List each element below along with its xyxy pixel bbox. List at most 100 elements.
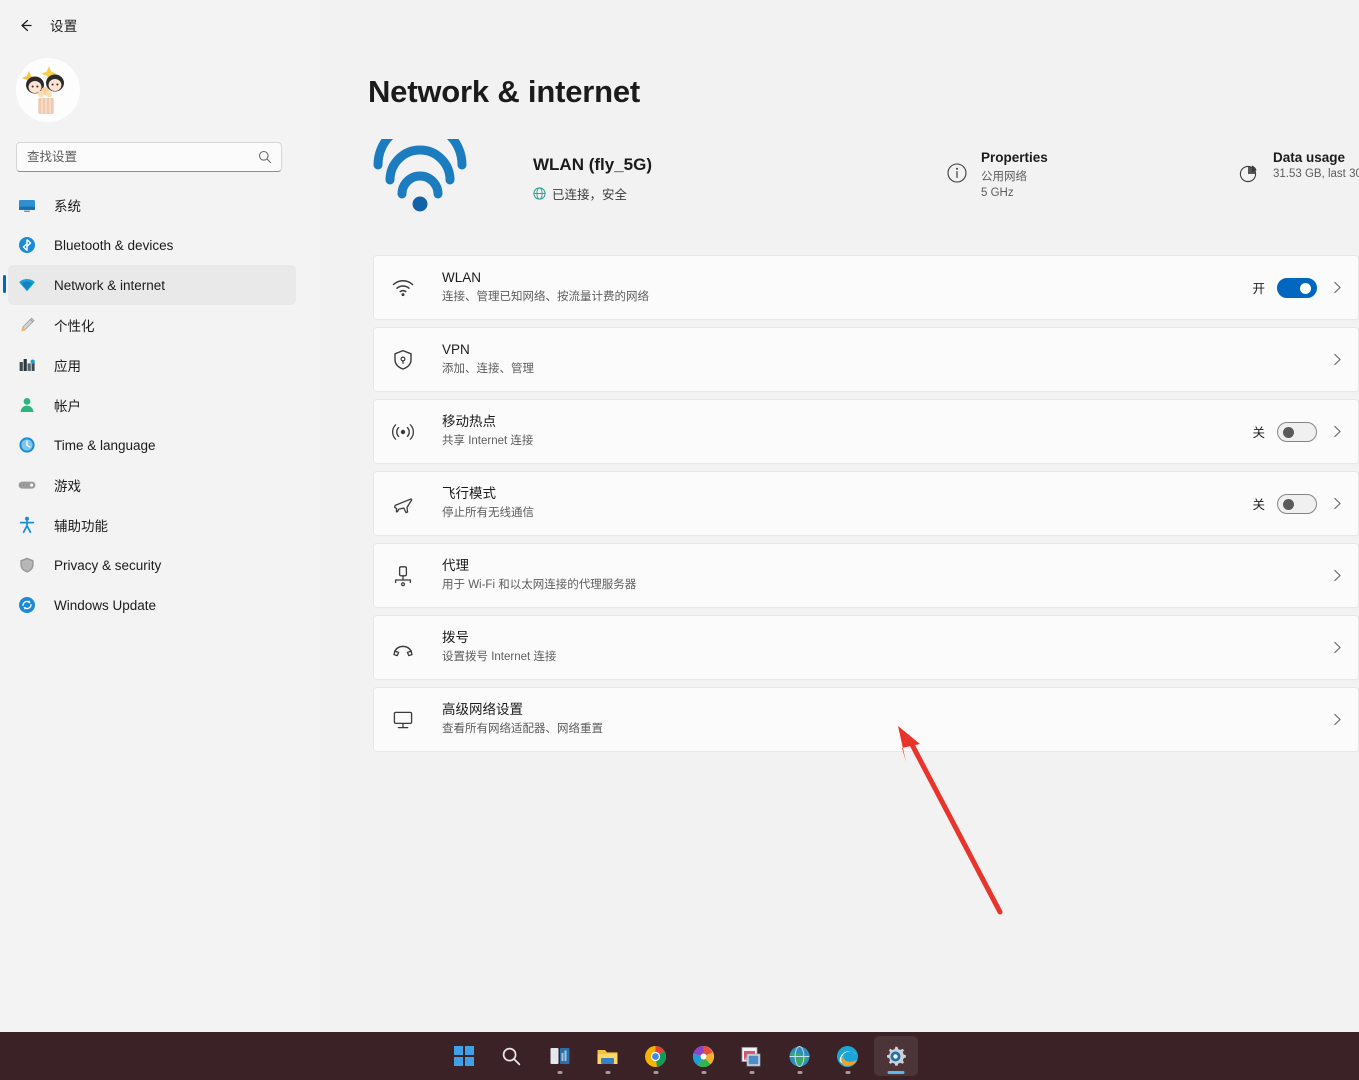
sidebar-item-network-internet[interactable]: Network & internet [8, 265, 296, 305]
sidebar-item-system[interactable]: 系统 [8, 185, 296, 225]
settings-row-text: VPN 添加、连接、管理 [442, 341, 1329, 378]
settings-window: 设置 [0, 0, 1359, 1080]
advanced-network-icon [390, 707, 416, 733]
settings-list: WLAN 连接、管理已知网络、按流量计费的网络 开 [373, 255, 1359, 759]
globe-browser-icon [788, 1045, 811, 1068]
wlan-toggle[interactable] [1277, 278, 1317, 298]
sidebar-item-accounts[interactable]: 帐户 [8, 385, 296, 425]
wifi-large-icon [372, 139, 468, 213]
settings-row-controls [1329, 569, 1344, 582]
sidebar-item-label: 辅助功能 [54, 515, 108, 535]
sidebar-item-gaming[interactable]: 游戏 [8, 465, 296, 505]
sidebar-item-label: 应用 [54, 355, 81, 375]
settings-row-mobile-hotspot[interactable]: 移动热点 共享 Internet 连接 关 [373, 399, 1359, 464]
mobile-hotspot-toggle[interactable] [1277, 422, 1317, 442]
sidebar-item-apps[interactable]: 应用 [8, 345, 296, 385]
chevron-right-icon[interactable] [1331, 713, 1344, 726]
settings-row-proxy[interactable]: 代理 用于 Wi-Fi 和以太网连接的代理服务器 [373, 543, 1359, 608]
browser-app-button[interactable] [778, 1036, 822, 1076]
photos-button[interactable] [682, 1036, 726, 1076]
properties-title: Properties [981, 150, 1048, 165]
task-view-icon [549, 1045, 571, 1067]
avatar[interactable] [16, 58, 80, 122]
settings-row-text: 高级网络设置 查看所有网络适配器、网络重置 [442, 701, 1329, 738]
photos-pinwheel-icon [692, 1045, 715, 1068]
settings-row-title: VPN [442, 341, 1329, 359]
chevron-right-icon[interactable] [1331, 353, 1344, 366]
chevron-right-icon[interactable] [1331, 425, 1344, 438]
sidebar-item-time-language[interactable]: Time & language [8, 425, 296, 465]
folder-icon [596, 1045, 619, 1068]
start-button[interactable] [442, 1036, 486, 1076]
search-input[interactable] [27, 150, 257, 164]
properties-link[interactable]: Properties 公用网络 5 GHz [946, 150, 1048, 199]
sidebar-item-bluetooth-devices[interactable]: Bluetooth & devices [8, 225, 296, 265]
settings-row-controls [1329, 353, 1344, 366]
sidebar-item-label: Windows Update [54, 598, 156, 613]
hotspot-icon [390, 419, 416, 445]
data-usage-link[interactable]: Data usage 31.53 GB, last 30 days [1238, 150, 1359, 184]
windows-logo-icon [453, 1045, 475, 1067]
accessibility-icon [16, 514, 38, 536]
settings-row-subtitle: 查看所有网络适配器、网络重置 [442, 721, 1329, 738]
sidebar: 设置 [0, 0, 320, 1032]
sidebar-item-accessibility[interactable]: 辅助功能 [8, 505, 296, 545]
page-title: Network & internet [368, 74, 640, 110]
search-button[interactable] [490, 1036, 534, 1076]
settings-row-vpn[interactable]: VPN 添加、连接、管理 [373, 327, 1359, 392]
settings-row-title: 拨号 [442, 629, 1329, 647]
accounts-icon [16, 394, 38, 416]
search-icon[interactable] [257, 149, 273, 165]
globe-icon [533, 187, 546, 200]
connected-network-name: WLAN (fly_5G) [533, 155, 652, 175]
chevron-right-icon[interactable] [1331, 497, 1344, 510]
windows-update-icon [16, 594, 38, 616]
airplane-icon [390, 491, 416, 517]
edge-button[interactable] [826, 1036, 870, 1076]
connection-status-text: 已连接，安全 [552, 184, 627, 203]
settings-row-title: 移动热点 [442, 413, 1252, 431]
sidebar-item-label: Network & internet [54, 278, 165, 293]
settings-row-airplane-mode[interactable]: 飞行模式 停止所有无线通信 关 [373, 471, 1359, 536]
connection-status-row: 已连接，安全 [533, 184, 627, 203]
sidebar-item-windows-update[interactable]: Windows Update [8, 585, 296, 625]
chrome-button[interactable] [634, 1036, 678, 1076]
settings-row-subtitle: 共享 Internet 连接 [442, 433, 1252, 450]
gaming-icon [16, 474, 38, 496]
sidebar-item-label: Bluetooth & devices [54, 238, 173, 253]
settings-row-title: 高级网络设置 [442, 701, 1329, 719]
info-circle-icon [946, 162, 968, 184]
sidebar-item-label: Time & language [54, 438, 156, 453]
settings-row-title: WLAN [442, 269, 1252, 287]
settings-row-title: 代理 [442, 557, 1329, 575]
settings-row-text: WLAN 连接、管理已知网络、按流量计费的网络 [442, 269, 1252, 306]
task-view-button[interactable] [538, 1036, 582, 1076]
search-box[interactable] [16, 142, 282, 172]
back-button[interactable] [10, 10, 40, 40]
settings-row-text: 代理 用于 Wi-Fi 和以太网连接的代理服务器 [442, 557, 1329, 594]
chevron-right-icon[interactable] [1331, 569, 1344, 582]
chevron-right-icon[interactable] [1331, 281, 1344, 294]
sidebar-item-personalization[interactable]: 个性化 [8, 305, 296, 345]
file-explorer-button[interactable] [586, 1036, 630, 1076]
airplane-mode-toggle[interactable] [1277, 494, 1317, 514]
chevron-right-icon[interactable] [1331, 641, 1344, 654]
settings-row-controls: 关 [1252, 422, 1344, 442]
store-app-button[interactable] [730, 1036, 774, 1076]
settings-row-controls [1329, 641, 1344, 654]
settings-row-wlan[interactable]: WLAN 连接、管理已知网络、按流量计费的网络 开 [373, 255, 1359, 320]
sidebar-item-privacy-security[interactable]: Privacy & security [8, 545, 296, 585]
settings-row-advanced-network[interactable]: 高级网络设置 查看所有网络适配器、网络重置 [373, 687, 1359, 752]
app-title: 设置 [50, 15, 78, 35]
main-content: Network & internet WLAN (fly_5G) 已连接，安全 [320, 0, 1359, 1032]
pie-chart-icon [1238, 162, 1260, 184]
data-usage-amount: 31.53 GB, last 30 days [1273, 168, 1359, 180]
network-icon [16, 274, 38, 296]
settings-row-controls [1329, 713, 1344, 726]
bluetooth-icon [16, 234, 38, 256]
gear-icon [884, 1045, 907, 1068]
sidebar-item-label: 系统 [54, 195, 81, 215]
title-bar: 设置 [0, 0, 320, 48]
settings-button[interactable] [874, 1036, 918, 1076]
settings-row-dial-up[interactable]: 拨号 设置拨号 Internet 连接 [373, 615, 1359, 680]
